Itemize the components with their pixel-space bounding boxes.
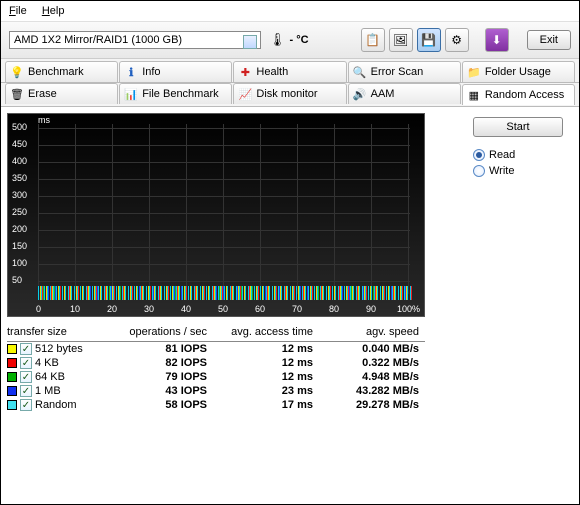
table-header: transfer size operations / sec avg. acce… xyxy=(7,323,425,342)
color-swatch xyxy=(7,358,17,368)
menu-help[interactable]: Help xyxy=(42,5,65,17)
color-swatch xyxy=(7,344,17,354)
access-time-value: 17 ms xyxy=(213,398,319,412)
access-time-value: 12 ms xyxy=(213,356,319,370)
random-icon: ▦ xyxy=(467,88,481,102)
radio-write[interactable]: Write xyxy=(473,165,573,177)
row-checkbox[interactable]: ✓ xyxy=(20,385,32,397)
tabs-row-1: 💡Benchmark ℹInfo ✚Health 🔍Error Scan 📁Fo… xyxy=(1,59,579,83)
row-checkbox[interactable]: ✓ xyxy=(20,343,32,355)
iops-value: 43 IOPS xyxy=(107,384,213,398)
results-table: transfer size operations / sec avg. acce… xyxy=(7,323,425,412)
radio-read[interactable]: Read xyxy=(473,149,573,161)
row-checkbox[interactable]: ✓ xyxy=(20,357,32,369)
access-time-value: 23 ms xyxy=(213,384,319,398)
row-checkbox[interactable]: ✓ xyxy=(20,399,32,411)
tab-disk-monitor[interactable]: 📈Disk monitor xyxy=(233,83,346,104)
speed-value: 29.278 MB/s xyxy=(319,398,425,412)
transfer-size: 512 bytes xyxy=(35,343,83,355)
monitor-icon: 📈 xyxy=(238,87,252,101)
tabs-row-2: 🗑Erase 📊File Benchmark 📈Disk monitor 🔊AA… xyxy=(1,83,579,107)
iops-value: 58 IOPS xyxy=(107,398,213,412)
speed-value: 4.948 MB/s xyxy=(319,370,425,384)
tab-random-access[interactable]: ▦Random Access xyxy=(462,84,575,105)
speaker-icon: 🔊 xyxy=(353,87,367,101)
tab-health[interactable]: ✚Health xyxy=(233,61,346,82)
magnifier-icon: 🔍 xyxy=(353,65,367,79)
menu-file[interactable]: File xyxy=(9,5,27,17)
iops-value: 79 IOPS xyxy=(107,370,213,384)
transfer-size: Random xyxy=(35,399,77,411)
side-panel: Start Read Write xyxy=(473,113,573,412)
access-time-value: 12 ms xyxy=(213,370,319,384)
table-row: ✓64 KB 79 IOPS12 ms4.948 MB/s xyxy=(7,370,425,384)
tab-file-benchmark[interactable]: 📊File Benchmark xyxy=(119,83,232,104)
tab-benchmark[interactable]: 💡Benchmark xyxy=(5,61,118,82)
color-swatch xyxy=(7,386,17,396)
content-area: ms 500 450 400 350 300 250 200 150 100 5… xyxy=(1,107,579,418)
table-row: ✓1 MB 43 IOPS23 ms43.282 MB/s xyxy=(7,384,425,398)
screenshot-button[interactable]: 🖼 xyxy=(389,28,413,52)
iops-value: 82 IOPS xyxy=(107,356,213,370)
transfer-size: 1 MB xyxy=(35,385,61,397)
tab-erase[interactable]: 🗑Erase xyxy=(5,83,118,104)
start-button[interactable]: Start xyxy=(473,117,563,137)
chart-y-unit: ms xyxy=(38,115,50,125)
latency-chart: ms 500 450 400 350 300 250 200 150 100 5… xyxy=(7,113,425,317)
drive-select[interactable]: AMD 1X2 Mirror/RAID1 (1000 GB) xyxy=(9,31,261,49)
tab-folder-usage[interactable]: 📁Folder Usage xyxy=(462,61,575,82)
thermometer-icon: 🌡 xyxy=(269,32,286,48)
bulb-icon: 💡 xyxy=(10,65,24,79)
transfer-size: 64 KB xyxy=(35,371,65,383)
tab-aam[interactable]: 🔊AAM xyxy=(348,83,461,104)
speed-value: 0.322 MB/s xyxy=(319,356,425,370)
table-row: ✓Random 58 IOPS17 ms29.278 MB/s xyxy=(7,398,425,412)
chart-x-unit: 100% xyxy=(397,304,420,314)
temperature-value: - °C xyxy=(290,34,309,46)
tab-error-scan[interactable]: 🔍Error Scan xyxy=(348,61,461,82)
access-time-value: 12 ms xyxy=(213,342,319,356)
download-button[interactable]: ⬇ xyxy=(485,28,509,52)
speed-value: 0.040 MB/s xyxy=(319,342,425,356)
table-row: ✓4 KB 82 IOPS12 ms0.322 MB/s xyxy=(7,356,425,370)
color-swatch xyxy=(7,372,17,382)
menu-bar: File Help xyxy=(1,1,579,22)
folder-icon: 📁 xyxy=(467,65,481,79)
chart-data-points xyxy=(38,286,412,300)
table-row: ✓512 bytes 81 IOPS12 ms0.040 MB/s xyxy=(7,342,425,356)
speed-value: 43.282 MB/s xyxy=(319,384,425,398)
row-checkbox[interactable]: ✓ xyxy=(20,371,32,383)
save-button[interactable]: 💾 xyxy=(417,28,441,52)
file-bench-icon: 📊 xyxy=(124,87,138,101)
color-swatch xyxy=(7,400,17,410)
main-toolbar: AMD 1X2 Mirror/RAID1 (1000 GB) 🌡 - °C 📋 … xyxy=(1,22,579,59)
info-icon: ℹ xyxy=(124,65,138,79)
trash-icon: 🗑 xyxy=(10,87,24,101)
options-button[interactable]: ⚙ xyxy=(445,28,469,52)
transfer-size: 4 KB xyxy=(35,357,59,369)
copy-button[interactable]: 📋 xyxy=(361,28,385,52)
tab-info[interactable]: ℹInfo xyxy=(119,61,232,82)
exit-button[interactable]: Exit xyxy=(527,30,571,50)
health-icon: ✚ xyxy=(238,65,252,79)
iops-value: 81 IOPS xyxy=(107,342,213,356)
